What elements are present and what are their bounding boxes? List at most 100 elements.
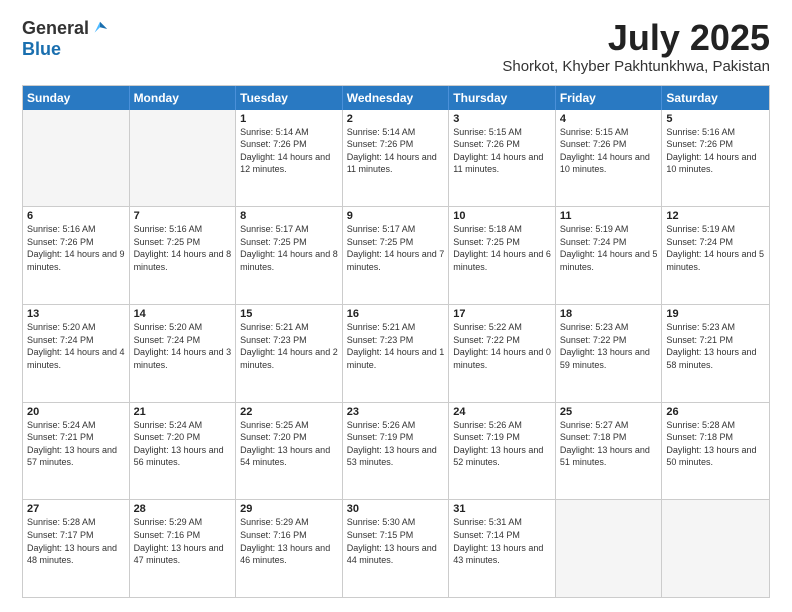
- cal-cell: 28Sunrise: 5:29 AMSunset: 7:16 PMDayligh…: [130, 500, 237, 597]
- cell-info: Sunrise: 5:31 AMSunset: 7:14 PMDaylight:…: [453, 516, 551, 566]
- cell-info: Sunrise: 5:26 AMSunset: 7:19 PMDaylight:…: [347, 419, 445, 469]
- cell-info: Sunrise: 5:16 AMSunset: 7:26 PMDaylight:…: [27, 223, 125, 273]
- day-number: 31: [453, 503, 551, 515]
- cal-cell: 18Sunrise: 5:23 AMSunset: 7:22 PMDayligh…: [556, 305, 663, 402]
- cal-cell: 24Sunrise: 5:26 AMSunset: 7:19 PMDayligh…: [449, 403, 556, 500]
- cal-cell: 29Sunrise: 5:29 AMSunset: 7:16 PMDayligh…: [236, 500, 343, 597]
- cal-cell: 11Sunrise: 5:19 AMSunset: 7:24 PMDayligh…: [556, 207, 663, 304]
- day-number: 26: [666, 406, 765, 418]
- cal-cell: 30Sunrise: 5:30 AMSunset: 7:15 PMDayligh…: [343, 500, 450, 597]
- logo-general-text: General: [22, 18, 89, 39]
- header-day-friday: Friday: [556, 86, 663, 110]
- cal-cell: [130, 110, 237, 207]
- cell-info: Sunrise: 5:24 AMSunset: 7:20 PMDaylight:…: [134, 419, 232, 469]
- day-number: 15: [240, 308, 338, 320]
- month-title: July 2025: [502, 18, 770, 58]
- week-row-3: 20Sunrise: 5:24 AMSunset: 7:21 PMDayligh…: [23, 402, 769, 500]
- cell-info: Sunrise: 5:22 AMSunset: 7:22 PMDaylight:…: [453, 321, 551, 371]
- day-number: 23: [347, 406, 445, 418]
- cal-cell: 22Sunrise: 5:25 AMSunset: 7:20 PMDayligh…: [236, 403, 343, 500]
- cal-cell: [662, 500, 769, 597]
- cell-info: Sunrise: 5:16 AMSunset: 7:25 PMDaylight:…: [134, 223, 232, 273]
- cell-info: Sunrise: 5:18 AMSunset: 7:25 PMDaylight:…: [453, 223, 551, 273]
- cal-cell: 26Sunrise: 5:28 AMSunset: 7:18 PMDayligh…: [662, 403, 769, 500]
- cal-cell: 5Sunrise: 5:16 AMSunset: 7:26 PMDaylight…: [662, 110, 769, 207]
- cell-info: Sunrise: 5:20 AMSunset: 7:24 PMDaylight:…: [27, 321, 125, 371]
- week-row-4: 27Sunrise: 5:28 AMSunset: 7:17 PMDayligh…: [23, 499, 769, 597]
- cell-info: Sunrise: 5:29 AMSunset: 7:16 PMDaylight:…: [134, 516, 232, 566]
- cell-info: Sunrise: 5:28 AMSunset: 7:17 PMDaylight:…: [27, 516, 125, 566]
- header: General Blue July 2025 Shorkot, Khyber P…: [22, 18, 770, 75]
- day-number: 18: [560, 308, 658, 320]
- day-number: 12: [666, 210, 765, 222]
- day-number: 27: [27, 503, 125, 515]
- cal-cell: 2Sunrise: 5:14 AMSunset: 7:26 PMDaylight…: [343, 110, 450, 207]
- header-day-sunday: Sunday: [23, 86, 130, 110]
- cal-cell: 4Sunrise: 5:15 AMSunset: 7:26 PMDaylight…: [556, 110, 663, 207]
- day-number: 4: [560, 113, 658, 125]
- header-day-monday: Monday: [130, 86, 237, 110]
- day-number: 7: [134, 210, 232, 222]
- week-row-1: 6Sunrise: 5:16 AMSunset: 7:26 PMDaylight…: [23, 206, 769, 304]
- day-number: 8: [240, 210, 338, 222]
- cal-cell: 7Sunrise: 5:16 AMSunset: 7:25 PMDaylight…: [130, 207, 237, 304]
- cell-info: Sunrise: 5:17 AMSunset: 7:25 PMDaylight:…: [240, 223, 338, 273]
- cal-cell: 15Sunrise: 5:21 AMSunset: 7:23 PMDayligh…: [236, 305, 343, 402]
- cell-info: Sunrise: 5:15 AMSunset: 7:26 PMDaylight:…: [560, 126, 658, 176]
- day-number: 3: [453, 113, 551, 125]
- week-row-0: 1Sunrise: 5:14 AMSunset: 7:26 PMDaylight…: [23, 110, 769, 207]
- cal-cell: [556, 500, 663, 597]
- day-number: 1: [240, 113, 338, 125]
- page: General Blue July 2025 Shorkot, Khyber P…: [0, 0, 792, 612]
- cell-info: Sunrise: 5:25 AMSunset: 7:20 PMDaylight:…: [240, 419, 338, 469]
- cell-info: Sunrise: 5:21 AMSunset: 7:23 PMDaylight:…: [240, 321, 338, 371]
- cell-info: Sunrise: 5:29 AMSunset: 7:16 PMDaylight:…: [240, 516, 338, 566]
- logo-blue-text: Blue: [22, 39, 61, 60]
- cal-cell: 8Sunrise: 5:17 AMSunset: 7:25 PMDaylight…: [236, 207, 343, 304]
- cal-cell: 14Sunrise: 5:20 AMSunset: 7:24 PMDayligh…: [130, 305, 237, 402]
- cell-info: Sunrise: 5:28 AMSunset: 7:18 PMDaylight:…: [666, 419, 765, 469]
- day-number: 17: [453, 308, 551, 320]
- cal-cell: 19Sunrise: 5:23 AMSunset: 7:21 PMDayligh…: [662, 305, 769, 402]
- cal-cell: 3Sunrise: 5:15 AMSunset: 7:26 PMDaylight…: [449, 110, 556, 207]
- cal-cell: 20Sunrise: 5:24 AMSunset: 7:21 PMDayligh…: [23, 403, 130, 500]
- day-number: 5: [666, 113, 765, 125]
- logo: General Blue: [22, 18, 109, 60]
- calendar-header: SundayMondayTuesdayWednesdayThursdayFrid…: [23, 86, 769, 110]
- cal-cell: 10Sunrise: 5:18 AMSunset: 7:25 PMDayligh…: [449, 207, 556, 304]
- cell-info: Sunrise: 5:21 AMSunset: 7:23 PMDaylight:…: [347, 321, 445, 371]
- cell-info: Sunrise: 5:19 AMSunset: 7:24 PMDaylight:…: [666, 223, 765, 273]
- day-number: 11: [560, 210, 658, 222]
- cal-cell: 17Sunrise: 5:22 AMSunset: 7:22 PMDayligh…: [449, 305, 556, 402]
- title-section: July 2025 Shorkot, Khyber Pakhtunkhwa, P…: [502, 18, 770, 75]
- day-number: 24: [453, 406, 551, 418]
- cell-info: Sunrise: 5:30 AMSunset: 7:15 PMDaylight:…: [347, 516, 445, 566]
- cell-info: Sunrise: 5:24 AMSunset: 7:21 PMDaylight:…: [27, 419, 125, 469]
- cell-info: Sunrise: 5:15 AMSunset: 7:26 PMDaylight:…: [453, 126, 551, 176]
- day-number: 25: [560, 406, 658, 418]
- cal-cell: 9Sunrise: 5:17 AMSunset: 7:25 PMDaylight…: [343, 207, 450, 304]
- header-day-tuesday: Tuesday: [236, 86, 343, 110]
- cal-cell: 21Sunrise: 5:24 AMSunset: 7:20 PMDayligh…: [130, 403, 237, 500]
- cell-info: Sunrise: 5:23 AMSunset: 7:21 PMDaylight:…: [666, 321, 765, 371]
- cal-cell: 13Sunrise: 5:20 AMSunset: 7:24 PMDayligh…: [23, 305, 130, 402]
- day-number: 9: [347, 210, 445, 222]
- cal-cell: 27Sunrise: 5:28 AMSunset: 7:17 PMDayligh…: [23, 500, 130, 597]
- cal-cell: 12Sunrise: 5:19 AMSunset: 7:24 PMDayligh…: [662, 207, 769, 304]
- calendar-body: 1Sunrise: 5:14 AMSunset: 7:26 PMDaylight…: [23, 110, 769, 597]
- cell-info: Sunrise: 5:20 AMSunset: 7:24 PMDaylight:…: [134, 321, 232, 371]
- cell-info: Sunrise: 5:16 AMSunset: 7:26 PMDaylight:…: [666, 126, 765, 176]
- cal-cell: 23Sunrise: 5:26 AMSunset: 7:19 PMDayligh…: [343, 403, 450, 500]
- cell-info: Sunrise: 5:23 AMSunset: 7:22 PMDaylight:…: [560, 321, 658, 371]
- calendar: SundayMondayTuesdayWednesdayThursdayFrid…: [22, 85, 770, 598]
- day-number: 13: [27, 308, 125, 320]
- header-day-wednesday: Wednesday: [343, 86, 450, 110]
- location-title: Shorkot, Khyber Pakhtunkhwa, Pakistan: [502, 58, 770, 75]
- day-number: 6: [27, 210, 125, 222]
- header-day-saturday: Saturday: [662, 86, 769, 110]
- cell-info: Sunrise: 5:17 AMSunset: 7:25 PMDaylight:…: [347, 223, 445, 273]
- cell-info: Sunrise: 5:27 AMSunset: 7:18 PMDaylight:…: [560, 419, 658, 469]
- day-number: 30: [347, 503, 445, 515]
- day-number: 16: [347, 308, 445, 320]
- logo-icon: [91, 20, 109, 38]
